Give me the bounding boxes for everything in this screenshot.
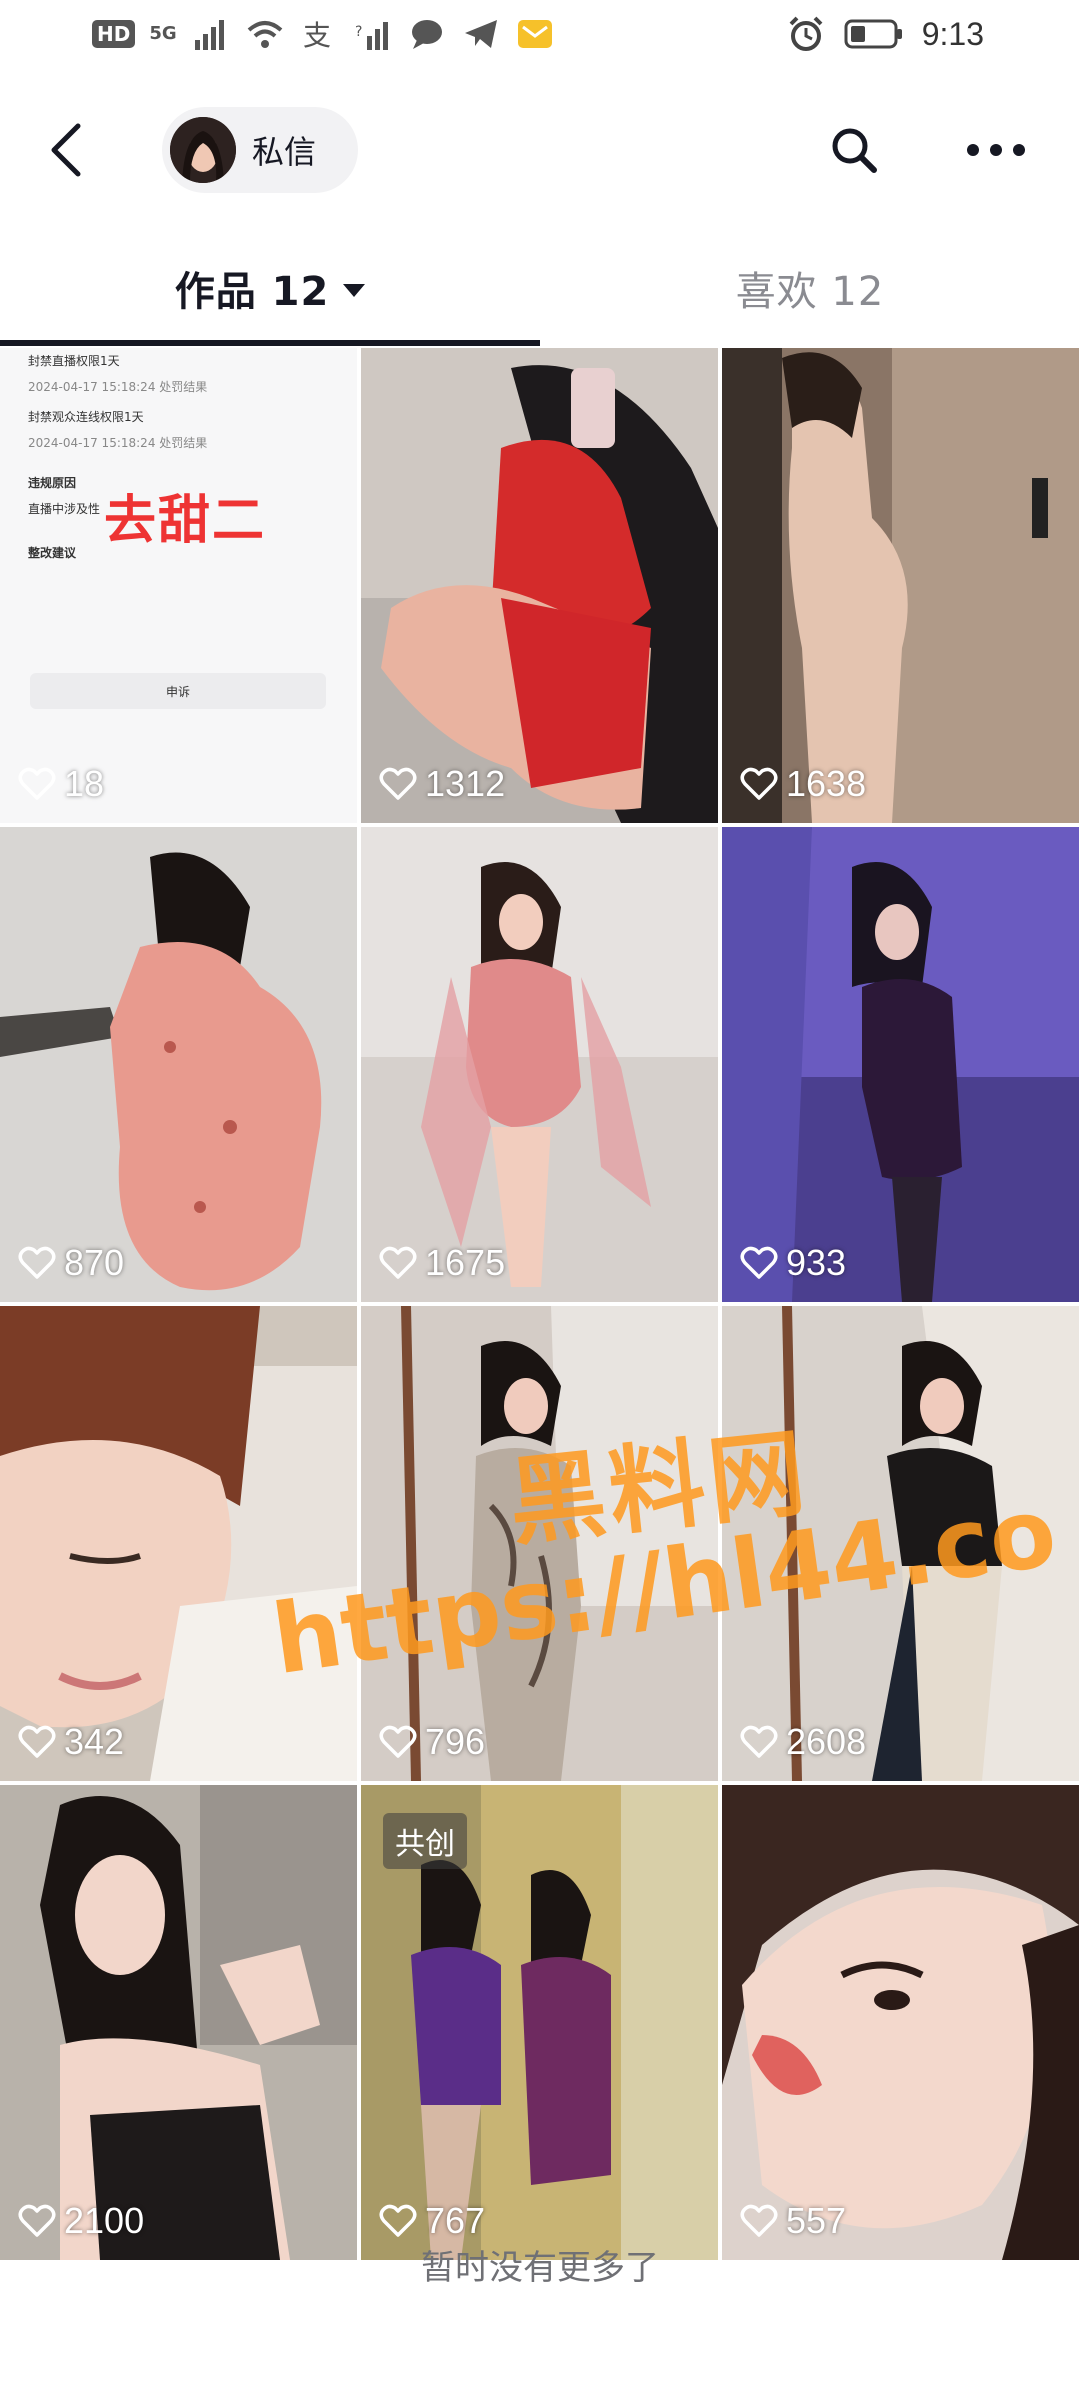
tile-thumbnail — [361, 827, 718, 1302]
tile-thumbnail — [722, 827, 1079, 1302]
like-count: 2100 — [18, 2200, 144, 2242]
video-tile[interactable]: 342 — [0, 1306, 357, 1781]
tile-thumbnail — [0, 827, 357, 1302]
alipay-icon: 支 — [303, 19, 331, 52]
wifi-icon — [247, 21, 282, 48]
video-tile[interactable]: 1675 — [361, 827, 718, 1302]
heart-icon — [740, 2204, 778, 2237]
more-dots-icon — [967, 144, 1025, 156]
more-button[interactable] — [960, 118, 1032, 182]
video-tile[interactable]: 封禁直播权限1天 2024-04-17 15:18:24 处罚结果 封禁观众连线… — [0, 348, 357, 823]
heart-icon — [740, 1246, 778, 1279]
video-tile[interactable]: 1312 — [361, 348, 718, 823]
tab-likes[interactable]: 喜欢 12 — [540, 230, 1080, 346]
video-tile[interactable]: 933 — [722, 827, 1079, 1302]
like-count: 1312 — [379, 763, 505, 805]
end-of-list-text: 暂时没有更多了 — [421, 2248, 659, 2288]
tile-thumbnail — [722, 348, 1079, 823]
hd-indicator: HD — [92, 20, 136, 48]
svg-text:?: ? — [355, 24, 362, 40]
signal2-icon: ? — [355, 22, 388, 50]
network-type: 5G — [149, 23, 177, 44]
heart-icon — [379, 767, 417, 800]
heart-icon — [379, 2204, 417, 2237]
like-count: 18 — [18, 763, 104, 805]
heart-icon — [740, 1725, 778, 1758]
profile-tabs: 作品 12 喜欢 12 — [0, 230, 1080, 348]
like-count-value: 557 — [786, 2200, 847, 2241]
doc-text: 整改建议 — [28, 546, 77, 560]
like-count: 870 — [18, 1242, 124, 1284]
tile-thumbnail — [0, 1306, 357, 1781]
tab-works[interactable]: 作品 12 — [0, 230, 540, 346]
search-icon — [832, 128, 877, 173]
search-button[interactable] — [822, 118, 886, 182]
tile-thumbnail — [0, 1785, 357, 2260]
back-arrow-icon — [51, 123, 81, 177]
video-tile[interactable]: 1638 — [722, 348, 1079, 823]
doc-text: 违规原因 — [28, 476, 77, 490]
like-count-value: 2608 — [786, 1721, 867, 1762]
doc-text: 封禁观众连线权限1天 — [28, 410, 144, 424]
clock: 9:13 — [921, 15, 984, 52]
like-count-value: 870 — [64, 1242, 125, 1283]
co-creation-badge: 共创 — [383, 1813, 467, 1869]
like-count: 2608 — [740, 1721, 866, 1763]
heart-icon — [740, 767, 778, 800]
video-tile[interactable]: 557 — [722, 1785, 1079, 2260]
heart-icon — [379, 1246, 417, 1279]
doc-text: 封禁直播权限1天 — [28, 354, 120, 368]
video-tile[interactable]: 2100 — [0, 1785, 357, 2260]
heart-icon — [379, 1725, 417, 1758]
like-count-value: 1675 — [425, 1242, 506, 1283]
doc-text: 2024-04-17 15:18:24 处罚结果 — [28, 380, 208, 394]
tab-likes-label: 喜欢 12 — [735, 269, 885, 315]
like-count-value: 18 — [64, 763, 105, 804]
mail-icon — [517, 20, 552, 48]
direct-message-button[interactable]: 私信 — [162, 107, 358, 193]
like-count-value: 342 — [64, 1721, 125, 1762]
like-count: 933 — [740, 1242, 846, 1284]
heart-icon — [18, 1725, 56, 1758]
profile-header: 私信 — [0, 100, 1080, 200]
active-tab-indicator — [0, 340, 540, 346]
battery-icon — [844, 19, 902, 49]
doc-appeal-button: 申诉 — [30, 673, 326, 709]
like-count-value: 767 — [425, 2200, 486, 2241]
tab-works-label: 作品 12 — [174, 269, 330, 315]
direct-message-label: 私信 — [252, 133, 317, 171]
alarm-icon — [789, 16, 823, 51]
tile-thumbnail: 封禁直播权限1天 2024-04-17 15:18:24 处罚结果 封禁观众连线… — [0, 348, 357, 823]
video-tile[interactable]: 870 — [0, 827, 357, 1302]
caret-down-icon[interactable] — [343, 283, 366, 297]
svg-text:支: 支 — [303, 19, 331, 52]
heart-icon — [18, 767, 56, 800]
like-count-value: 1312 — [425, 763, 506, 804]
status-bar: HD 5G 支 ? 9:13 — [0, 0, 1080, 72]
avatar — [170, 117, 236, 183]
like-count: 1638 — [740, 763, 866, 805]
like-count: 1675 — [379, 1242, 505, 1284]
like-count-value: 933 — [786, 1242, 847, 1283]
like-count: 796 — [379, 1721, 485, 1763]
like-count-value: 2100 — [64, 2200, 145, 2241]
doc-text: 2024-04-17 15:18:24 处罚结果 — [28, 436, 208, 450]
signal-icon — [194, 20, 224, 50]
like-count-value: 796 — [425, 1721, 486, 1762]
tile-thumbnail — [361, 348, 718, 823]
like-count: 767 — [379, 2200, 485, 2242]
like-count-value: 1638 — [786, 763, 867, 804]
heart-icon — [18, 2204, 56, 2237]
heart-icon — [18, 1246, 56, 1279]
tile-thumbnail — [722, 1785, 1079, 2260]
like-count: 557 — [740, 2200, 846, 2242]
chat-icon — [411, 20, 442, 49]
back-button[interactable] — [34, 118, 98, 182]
like-count: 342 — [18, 1721, 124, 1763]
telegram-icon — [464, 20, 497, 48]
doc-stamp: 去甜二 — [104, 491, 267, 551]
doc-text: 直播中涉及性 — [28, 502, 101, 516]
video-tile[interactable]: 共创 767 — [361, 1785, 718, 2260]
